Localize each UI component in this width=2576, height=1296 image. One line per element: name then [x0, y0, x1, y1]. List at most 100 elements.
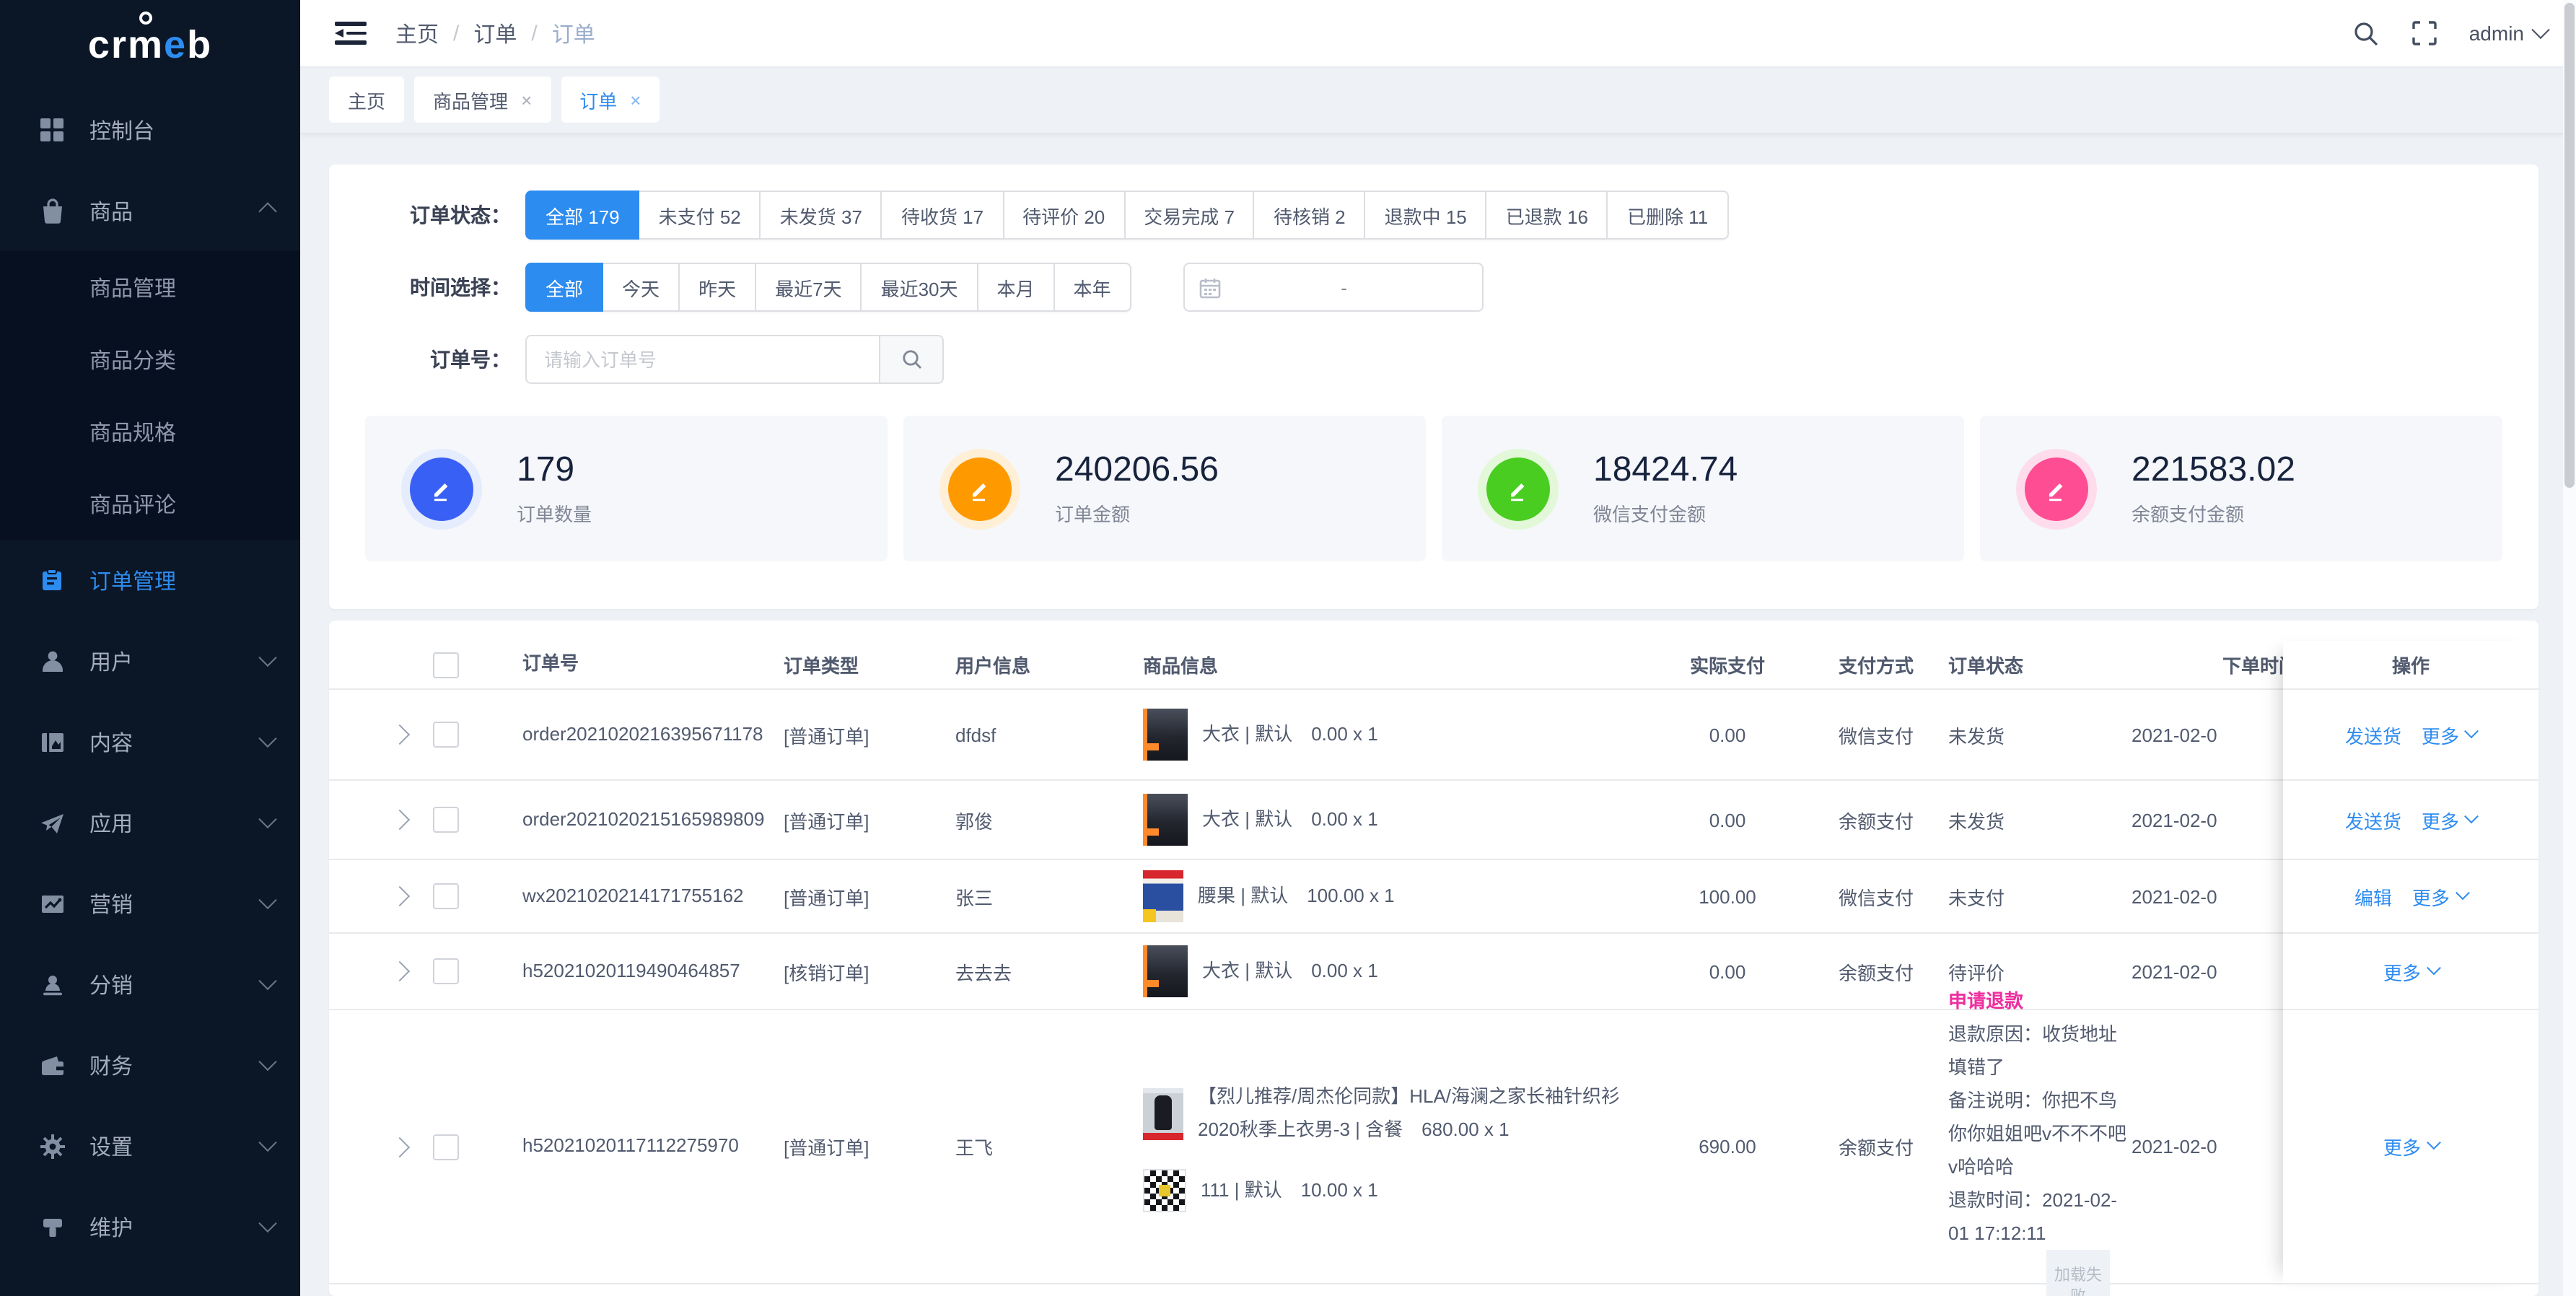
breadcrumb-order[interactable]: 订单: [473, 18, 517, 48]
sidebar-item-dashboard[interactable]: 控制台: [0, 89, 300, 170]
time-filter-year[interactable]: 本年: [1053, 263, 1131, 312]
row-checkbox[interactable]: [433, 1134, 459, 1160]
stat-wechat-pay-amount: 18424.74微信支付金额: [1442, 416, 1964, 561]
row-checkbox[interactable]: [433, 883, 459, 909]
sidebar-item-finance[interactable]: 财务: [0, 1025, 300, 1105]
stat-value: 240206.56: [1055, 450, 1219, 491]
sidebar-item-goods-spec[interactable]: 商品规格: [0, 395, 300, 468]
status-filter-refunded[interactable]: 已退款 16: [1486, 191, 1608, 240]
product-desc: 大衣 | 默认 0.00 x 1: [1202, 955, 1378, 988]
product-desc: 大衣 | 默认 0.00 x 1: [1202, 718, 1378, 751]
expand-row-icon[interactable]: [390, 810, 410, 830]
breadcrumb-home[interactable]: 主页: [395, 18, 439, 48]
status-filter-complete[interactable]: 交易完成 7: [1123, 191, 1255, 240]
order-status-filter-row: 订单状态： 全部 179 未支付 52 未发货 37 待收货 17 待评价 20…: [329, 191, 2538, 240]
sidebar-item-label: 控制台: [89, 115, 274, 145]
sidebar-item-maintenance[interactable]: 维护: [0, 1186, 300, 1267]
status-filter-writeoff[interactable]: 待核销 2: [1253, 191, 1366, 240]
more-label: 更多: [2383, 1133, 2421, 1160]
status-filter-review[interactable]: 待评价 20: [1002, 191, 1125, 240]
sidebar-item-label: 应用: [89, 807, 261, 838]
chevron-down-icon: [258, 890, 276, 908]
sidebar-item-apps[interactable]: 应用: [0, 782, 300, 863]
status-filter-unshipped[interactable]: 未发货 37: [760, 191, 882, 240]
sidebar-item-settings[interactable]: 设置: [0, 1105, 300, 1186]
qr-code-image: [1143, 1170, 1186, 1213]
more-button[interactable]: 更多: [2422, 721, 2476, 748]
close-icon[interactable]: ×: [521, 89, 532, 110]
more-button[interactable]: 更多: [2383, 958, 2438, 985]
distributor-icon: [38, 970, 66, 999]
stat-label: 微信支付金额: [1593, 499, 1738, 527]
search-icon[interactable]: [2352, 19, 2380, 47]
close-icon[interactable]: ×: [630, 89, 641, 110]
tab-home[interactable]: 主页: [329, 76, 404, 123]
sidebar-item-order-manage[interactable]: 订单管理: [0, 540, 300, 621]
row-checkbox[interactable]: [433, 807, 459, 833]
select-all-checkbox[interactable]: [433, 652, 459, 678]
paper-plane-icon: [38, 808, 66, 837]
scrollbar-thumb[interactable]: [2564, 3, 2575, 488]
refund-reason: 退款原因：收货地址填错了: [1948, 1017, 2132, 1083]
time-filter-7days[interactable]: 最近7天: [755, 263, 862, 312]
sidebar-item-marketing[interactable]: 营销: [0, 863, 300, 944]
status-filter-receiving[interactable]: 待收货 17: [881, 191, 1004, 240]
dashboard-icon: [38, 115, 66, 144]
date-range-picker[interactable]: -: [1183, 263, 1484, 312]
fullscreen-icon[interactable]: [2411, 20, 2437, 46]
time-button-group: 全部 今天 昨天 最近7天 最近30天 本月 本年: [525, 263, 1131, 312]
sidebar-item-users[interactable]: 用户: [0, 621, 300, 701]
order-search-button[interactable]: [879, 335, 944, 384]
chevron-down-icon: [2464, 723, 2479, 737]
sidebar-item-goods-manage[interactable]: 商品管理: [0, 251, 300, 323]
status-filter-unpaid[interactable]: 未支付 52: [639, 191, 761, 240]
more-button[interactable]: 更多: [2383, 1133, 2438, 1160]
sidebar-item-goods[interactable]: 商品: [0, 170, 300, 251]
sidebar-item-distribution[interactable]: 分销: [0, 944, 300, 1025]
order-no-input[interactable]: [525, 335, 879, 384]
edit-button[interactable]: 编辑: [2354, 883, 2392, 910]
breadcrumb-separator: /: [531, 21, 537, 45]
product-desc: 腰果 | 默认 100.00 x 1: [1198, 880, 1395, 913]
time-filter-yesterday[interactable]: 昨天: [678, 263, 756, 312]
menu-collapse-icon[interactable]: [335, 22, 367, 45]
order-type: [核销订单]: [779, 958, 955, 985]
order-number: h52021020117112275970: [491, 1131, 779, 1163]
time-filter-month[interactable]: 本月: [977, 263, 1055, 312]
tab-goods-manage[interactable]: 商品管理×: [414, 76, 551, 123]
row-checkbox[interactable]: [433, 958, 459, 984]
col-actual-paid: 实际支付: [1634, 651, 1821, 678]
more-button[interactable]: 更多: [2412, 883, 2467, 910]
tab-label: 主页: [348, 86, 385, 113]
time-filter-30days[interactable]: 最近30天: [861, 263, 978, 312]
time-filter-today[interactable]: 今天: [602, 263, 680, 312]
ship-button[interactable]: 发送货: [2345, 806, 2401, 833]
page-scrollbar[interactable]: [2563, 0, 2576, 1296]
sidebar-item-content[interactable]: 内容: [0, 701, 300, 782]
ship-button[interactable]: 发送货: [2345, 721, 2401, 748]
expand-row-icon[interactable]: [390, 724, 410, 745]
refund-note: 备注说明：你把不鸟你你姐姐吧v不不不吧v哈哈哈: [1948, 1083, 2132, 1183]
chart-icon: [38, 889, 66, 918]
tab-order[interactable]: 订单×: [561, 76, 660, 123]
search-icon: [900, 348, 923, 371]
chevron-down-icon: [258, 971, 276, 989]
expand-row-icon[interactable]: [390, 961, 410, 981]
status-filter-refunding[interactable]: 退款中 15: [1364, 191, 1487, 240]
sidebar-item-label: 用户: [89, 646, 261, 676]
pay-method: 余额支付: [1821, 806, 1948, 833]
stat-value: 221583.02: [2132, 450, 2295, 491]
user-menu[interactable]: admin: [2469, 22, 2547, 45]
sidebar-item-goods-comment[interactable]: 商品评论: [0, 468, 300, 540]
chevron-down-icon: [2426, 960, 2440, 974]
user-info: 王飞: [955, 1133, 1143, 1160]
expand-row-icon[interactable]: [390, 1137, 410, 1157]
row-checkbox[interactable]: [433, 722, 459, 748]
more-button[interactable]: 更多: [2422, 806, 2476, 833]
status-filter-deleted[interactable]: 已删除 11: [1607, 191, 1728, 240]
status-filter-all[interactable]: 全部 179: [525, 191, 640, 240]
time-filter-all[interactable]: 全部: [525, 263, 603, 312]
pay-method: 余额支付: [1821, 958, 1948, 985]
sidebar-item-goods-category[interactable]: 商品分类: [0, 323, 300, 395]
expand-row-icon[interactable]: [390, 886, 410, 906]
